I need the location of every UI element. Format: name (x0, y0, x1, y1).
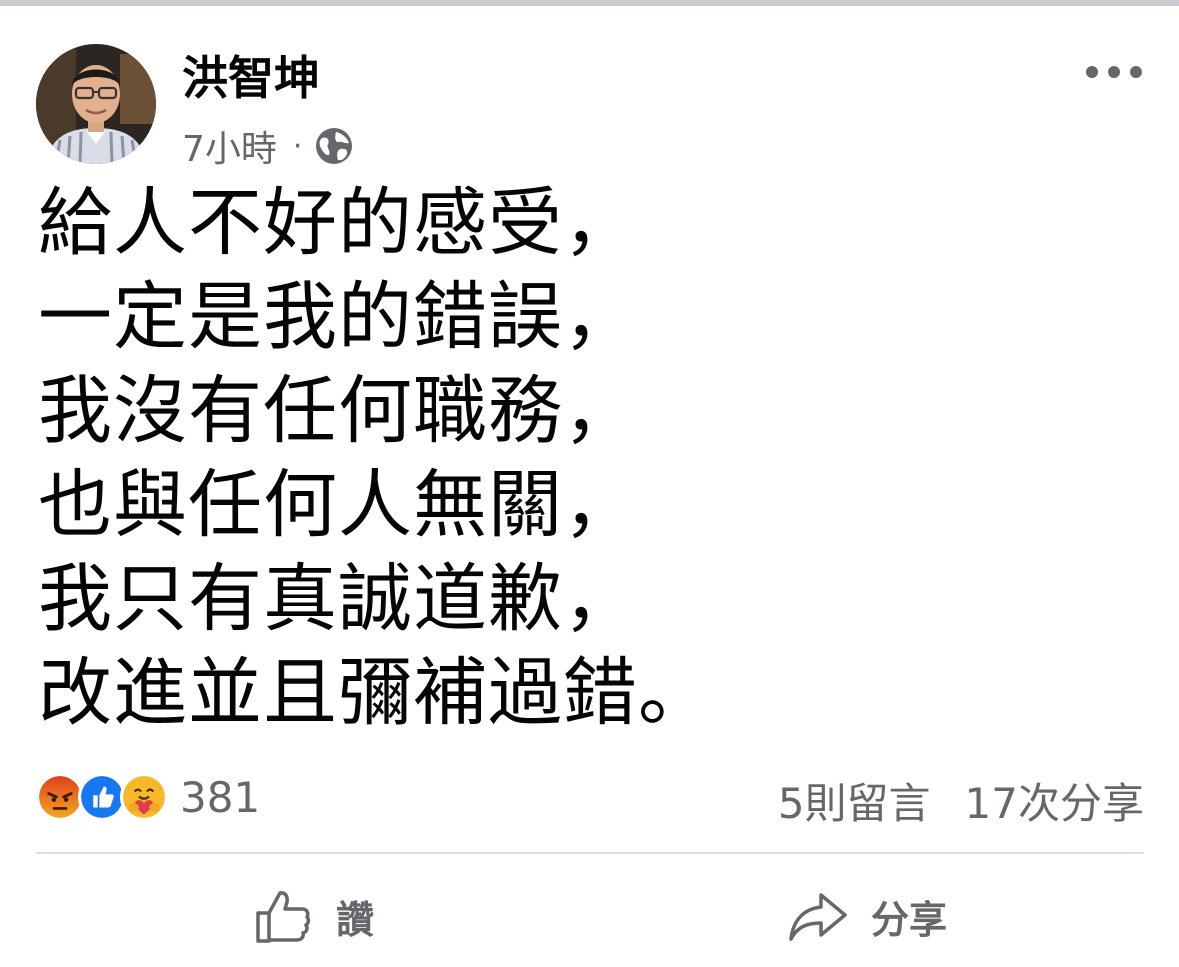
globe-icon[interactable] (314, 126, 354, 166)
thumbs-up-icon (256, 891, 311, 943)
like-label: 讚 (335, 897, 374, 942)
shares-count[interactable]: 17次分享 (965, 770, 1144, 831)
content-line: 一定是我的錯誤， (38, 274, 638, 360)
more-options-button[interactable] (1086, 58, 1142, 86)
share-arrow-icon (789, 893, 847, 941)
share-label: 分享 (870, 897, 947, 942)
content-line: 給人不好的感受， (38, 180, 638, 266)
author-name[interactable]: 洪智坤 (182, 50, 320, 106)
author-avatar[interactable] (36, 44, 156, 164)
content-line: 我只有真誠道歉， (38, 556, 638, 642)
stats-divider (36, 852, 1144, 854)
post-actions: 讚 分享 (36, 868, 1144, 964)
more-dot (1130, 66, 1142, 78)
content-line: 我沒有任何職務， (38, 368, 638, 454)
share-button[interactable]: 分享 (590, 868, 1144, 964)
more-dot (1086, 66, 1098, 78)
care-reaction-icon (120, 773, 168, 821)
post-stats: 381 5則留言 17次分享 (36, 766, 1144, 828)
reactions-summary[interactable]: 381 (36, 772, 260, 822)
post-time[interactable]: 7小時 (182, 120, 277, 172)
reaction-count: 381 (180, 772, 261, 822)
like-reaction-icon (78, 773, 126, 821)
comment-share-counts: 5則留言 17次分享 (778, 770, 1144, 831)
more-dot (1108, 66, 1120, 78)
like-button[interactable]: 讚 (36, 868, 590, 964)
avatar-image (36, 44, 156, 164)
facebook-post: 洪智坤 7小時 · 給人不好的感受， 一定是我的錯誤， 我沒有任何職務， 也與任… (0, 6, 1179, 967)
post-meta: 7小時 · (182, 124, 354, 170)
comments-count[interactable]: 5則留言 (778, 770, 931, 831)
angry-reaction-icon (36, 773, 84, 821)
meta-separator: · (292, 128, 303, 164)
content-line: 改進並且彌補過錯。 (38, 650, 713, 736)
post-content: 給人不好的感受， 一定是我的錯誤， 我沒有任何職務， 也與任何人無關， 我只有真… (38, 176, 1148, 740)
content-line: 也與任何人無關， (38, 462, 638, 548)
